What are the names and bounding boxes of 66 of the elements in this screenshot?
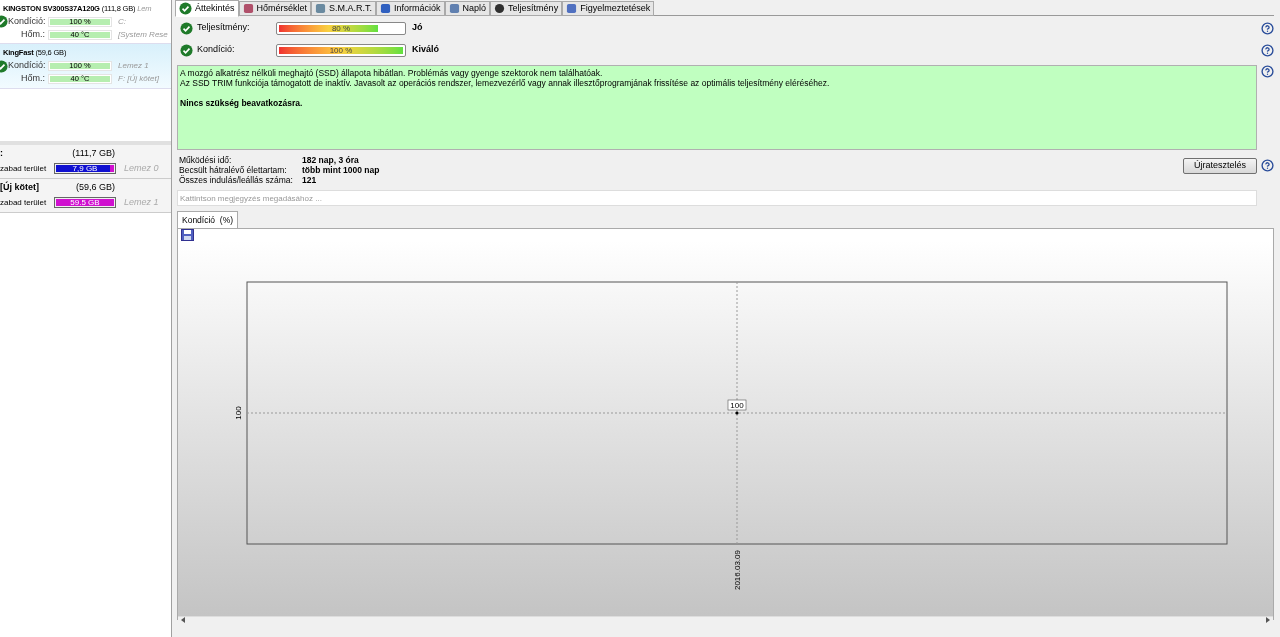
note-field[interactable]: Kattintson megjegyzés megadásához ... [177,190,1257,206]
meter-value: 80 % [330,24,352,32]
tab-icon [380,3,392,14]
tab[interactable]: Figyelmeztetések [562,1,655,16]
meter-rating: Jó [411,21,424,35]
partition-disk: Lemez 0 [123,162,159,175]
tab[interactable]: Hőmérséklet [238,1,312,16]
info-label: Működési idő: [179,155,233,165]
check-icon [180,43,193,57]
partition-label: zabad terület [0,196,48,209]
data-label: 100 [727,399,747,411]
message-text: Az SSD TRIM funkciója támogatott de inaktív. Javasolt az operációs rendszer, lemezvezérlő vagy annak illesztőprogramjának frissítése az optimális teljesítmény eléréséhez. [180,78,831,88]
message-text: A mozgó alkatrész nélküli meghajtó (SSD) állapota hibátlan. Problémás vagy gyenge szektorok nem találhatóak. [180,68,604,78]
tab-icon [315,3,327,14]
tab-icon [494,3,506,14]
y-tick-label: 100 [234,406,243,420]
conclusion-text: Nincs szükség beavatkozásra. [180,98,304,108]
save-icon[interactable] [181,229,194,241]
check-icon [179,2,192,15]
row-note: [System Rese [117,28,168,41]
partition-item[interactable]: [Új kötet] (59,6 GB) zabad terület 59.5 GB Lemez 1 [0,178,171,213]
x-tick-label: 2016.03.09 [733,550,742,591]
bar-value: 59.5 GB [69,199,101,207]
meter-rating: Kiváló [411,43,440,57]
data-point [735,411,739,415]
help-icon[interactable] [1261,43,1274,57]
row-note: C: [117,15,126,28]
partition-label: zabad terület [0,162,48,175]
row-note: Lemez 1 [117,60,149,72]
partition-disk: Lemez 1 [123,196,159,209]
row-note: F: [Új kötet] [117,73,159,85]
help-icon[interactable] [1261,159,1274,172]
row-label: Kondíció: [8,59,47,73]
info-label: Becsült hátralévő élettartam: [179,165,288,175]
tab-icon [242,3,254,14]
horizontal-scrollbar[interactable] [178,616,1273,623]
tab[interactable]: Információk [376,1,445,16]
chart-tab[interactable]: Kondíció (%) [177,211,239,228]
tab[interactable]: Teljesítmény [490,1,563,16]
info-value: több mint 1000 nap [302,165,380,175]
help-icon[interactable] [1261,65,1274,78]
info-value: 182 nap, 3 óra [302,155,359,165]
meter-value: 100 % [328,46,354,54]
partition-item[interactable]: : (111,7 GB) zabad terület 7,9 GB Lemez 0 [0,144,171,179]
tab[interactable]: Áttekintés [175,0,239,17]
tab[interactable]: Napló [444,1,491,16]
bar-value: 7,9 GB [71,165,99,173]
tab[interactable]: S.M.A.R.T. [311,1,377,16]
scroll-left-icon[interactable] [181,617,186,623]
partition-name: [Új kötet] [0,180,39,194]
partition-size: (111,7 GB) [72,146,115,160]
info-label: Összes indulás/leállás száma: [179,175,294,185]
meter-label: Kondíció: [196,43,236,57]
tab-icon [566,3,578,14]
row-label: Hőm.: [20,28,46,41]
info-value: 121 [302,175,317,185]
help-icon[interactable] [1261,21,1274,35]
meter-label: Teljesítmény: [196,21,251,35]
scroll-right-icon[interactable] [1265,617,1270,623]
check-icon [180,21,193,35]
partition-size: (59,6 GB) [76,180,115,194]
row-label: Kondíció: [8,15,47,28]
retest-button[interactable]: Újratesztelés [1183,158,1257,174]
partition-name: : [0,146,3,160]
tab-icon [448,3,460,14]
row-label: Hőm.: [20,72,46,86]
